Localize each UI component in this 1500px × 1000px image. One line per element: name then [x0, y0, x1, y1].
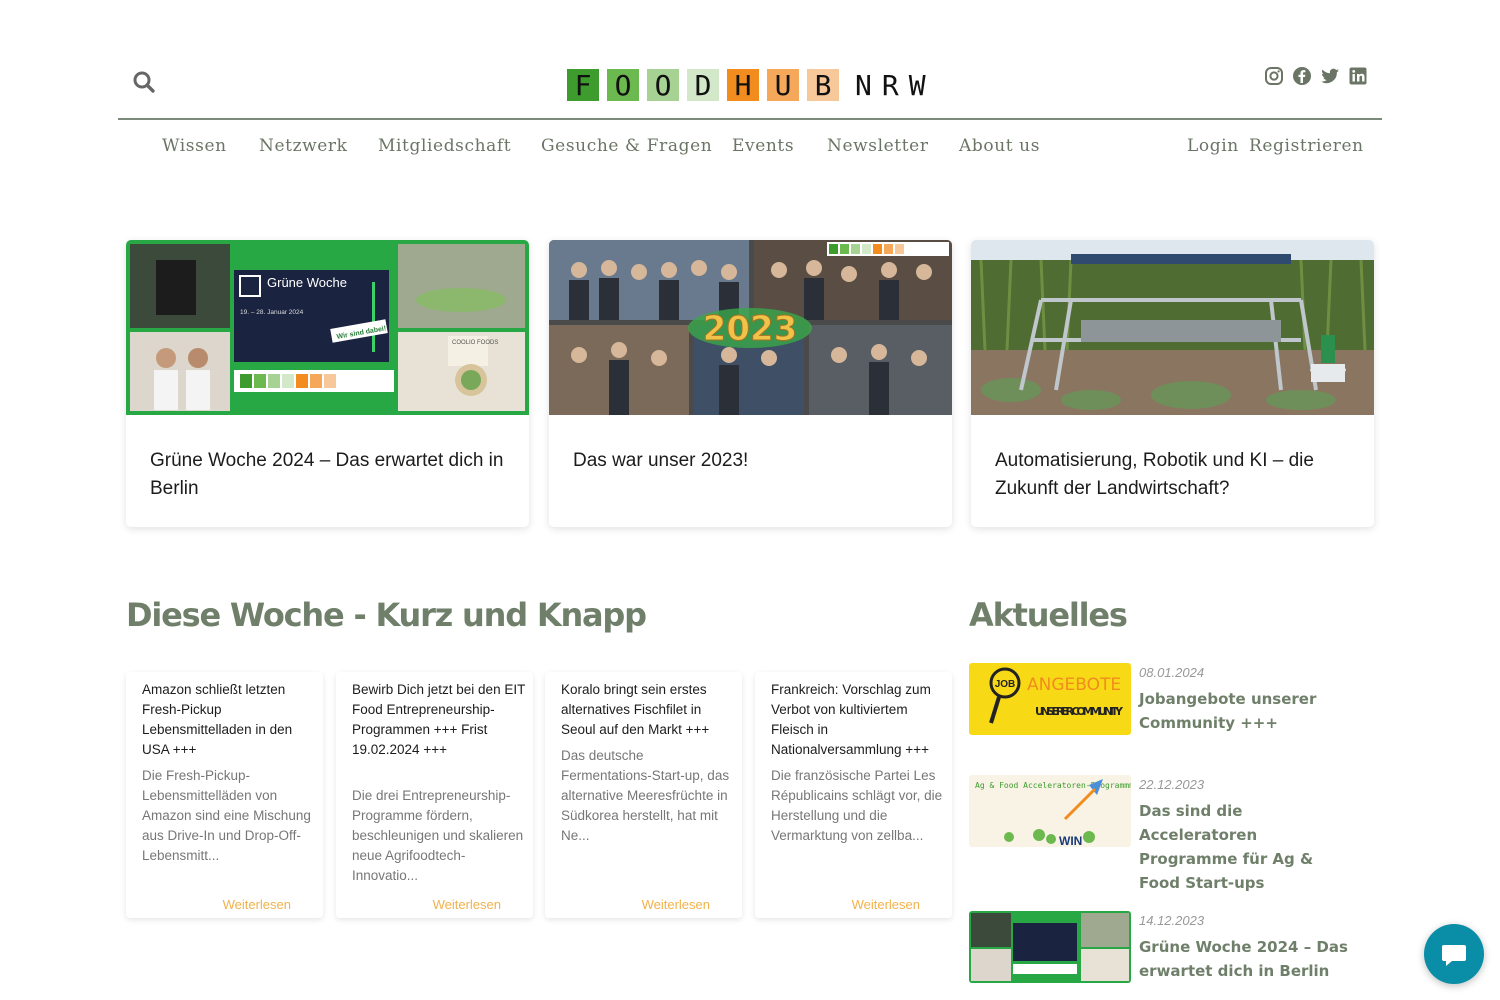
- logo-letter-tile: F: [567, 69, 599, 102]
- chat-bubble-icon[interactable]: [1424, 924, 1484, 984]
- main-nav: Wissen Netzwerk Mitgliedschaft Gesuche &…: [118, 132, 1382, 166]
- logo-letter-tile: O: [647, 69, 679, 102]
- logo-letter-tile: O: [607, 69, 639, 102]
- twitter-icon[interactable]: [1320, 66, 1340, 86]
- nav-item-newsletter[interactable]: Newsletter: [827, 136, 929, 156]
- facebook-icon[interactable]: [1292, 66, 1312, 86]
- featured-card-gruene-woche[interactable]: Grüne Woche 19. – 28. Januar 2024 Wir si…: [126, 240, 529, 527]
- nav-item-events[interactable]: Events: [732, 136, 794, 156]
- gruene-woche-image: Grüne Woche 19. – 28. Januar 2024 Wir si…: [126, 240, 529, 415]
- thumb-angebote-text: ANGEBOTE: [1027, 675, 1121, 695]
- instagram-icon[interactable]: [1264, 66, 1284, 86]
- aktuelles-title: Jobangebote unserer Community +++: [1139, 690, 1317, 732]
- logo-letter-tile: D: [687, 69, 719, 102]
- nav-item-gesuche[interactable]: Gesuche & Fragen: [541, 136, 712, 156]
- read-more-link[interactable]: Weiterlesen: [852, 897, 920, 912]
- foodhub-logo[interactable]: F O O D H U B NRW: [567, 68, 936, 102]
- thumb-win-text: WIN: [1059, 834, 1082, 847]
- job-offers-thumbnail: JOB ANGEBOTE UNSERER COMMUNITY: [969, 663, 1131, 735]
- news-card-title: Frankreich: Vorschlag zum Verbot von kul…: [771, 682, 931, 757]
- week-section-heading: Diese Woche - Kurz und Knapp: [126, 596, 647, 634]
- gw-image-brand: COOLIO FOODS: [452, 340, 498, 346]
- news-card-excerpt: Das deutsche Fermentations-Start-up, das…: [561, 748, 730, 843]
- news-card[interactable]: Frankreich: Vorschlag zum Verbot von kul…: [755, 672, 952, 918]
- linkedin-icon[interactable]: [1348, 66, 1368, 86]
- login-link[interactable]: Login: [1187, 136, 1239, 156]
- nav-item-mitgliedschaft[interactable]: Mitgliedschaft: [378, 136, 511, 156]
- nav-item-wissen[interactable]: Wissen: [162, 136, 227, 156]
- year-badge: 2023: [703, 309, 798, 349]
- search-icon[interactable]: [132, 70, 156, 94]
- gw-image-logo: [240, 374, 336, 388]
- read-more-link[interactable]: Weiterlesen: [223, 897, 291, 912]
- featured-card-2023[interactable]: 2023 Das war unser 2023!: [549, 240, 952, 527]
- logo-letter-tile: B: [807, 69, 839, 102]
- logo-letter-tile: H: [727, 69, 759, 102]
- aktuelles-item[interactable]: 14.12.2023 Grüne Woche 2024 – Das erwart…: [969, 911, 1369, 991]
- news-card-excerpt: Die Fresh-Pickup-Lebensmittelläden von A…: [142, 768, 311, 863]
- thumb-job-text: JOB: [995, 679, 1016, 690]
- accelerator-thumbnail: Ag & Food Acceleratoren-Programmme WIN: [969, 775, 1131, 847]
- gw-image-title: Grüne Woche: [267, 275, 347, 290]
- register-link[interactable]: Registrieren: [1249, 136, 1364, 156]
- social-links: [1264, 66, 1368, 86]
- featured-card-title: Automatisierung, Robotik und KI – die Zu…: [995, 450, 1314, 499]
- aktuelles-title: Das sind die Acceleratoren Programme für…: [1139, 802, 1314, 892]
- news-card-excerpt: Die drei Entrepreneurship-Programme förd…: [352, 788, 524, 883]
- site-header: F O O D H U B NRW: [118, 0, 1382, 120]
- read-more-link[interactable]: Weiterlesen: [433, 897, 501, 912]
- nav-item-netzwerk[interactable]: Netzwerk: [259, 136, 348, 156]
- news-card[interactable]: Koralo bringt sein erstes alternatives F…: [545, 672, 742, 918]
- news-card-title: Amazon schließt letzten Fresh-Pickup Leb…: [142, 682, 293, 757]
- aktuelles-date: 14.12.2023: [1139, 913, 1205, 928]
- aktuelles-item[interactable]: JOB ANGEBOTE UNSERER COMMUNITY 08.01.202…: [969, 663, 1369, 763]
- gw-image-dates: 19. – 28. Januar 2024: [240, 309, 304, 316]
- news-card-title: Koralo bringt sein erstes alternatives F…: [561, 682, 710, 737]
- featured-card-robotik[interactable]: Automatisierung, Robotik und KI – die Zu…: [971, 240, 1374, 527]
- logo-letter-tile: U: [767, 69, 799, 102]
- read-more-link[interactable]: Weiterlesen: [642, 897, 710, 912]
- aktuelles-date: 08.01.2024: [1139, 665, 1205, 680]
- gruene-woche-thumbnail: [969, 911, 1131, 983]
- aktuelles-title: Grüne Woche 2024 – Das erwartet dich in …: [1139, 938, 1348, 980]
- news-card-title: Bewirb Dich jetzt bei den EIT Food Entre…: [352, 682, 526, 757]
- nav-item-about[interactable]: About us: [959, 136, 1040, 156]
- team-2023-image: 2023: [549, 240, 952, 415]
- aktuelles-date: 22.12.2023: [1139, 777, 1205, 792]
- news-card[interactable]: Amazon schließt letzten Fresh-Pickup Leb…: [126, 672, 323, 918]
- aktuelles-item[interactable]: Ag & Food Acceleratoren-Programmme WIN 2…: [969, 775, 1369, 892]
- news-card[interactable]: Bewirb Dich jetzt bei den EIT Food Entre…: [336, 672, 533, 918]
- aktuelles-heading: Aktuelles: [969, 596, 1128, 634]
- logo-suffix: NRW: [855, 68, 936, 102]
- thumb-accelerator-text: Ag & Food Acceleratoren-Programmme: [975, 781, 1131, 790]
- featured-card-title: Grüne Woche 2024 – Das erwartet dich in …: [150, 450, 504, 499]
- thumb-community-text: UNSERER COMMUNITY: [1035, 705, 1124, 718]
- featured-card-title: Das war unser 2023!: [573, 450, 749, 471]
- field-robot-image: [971, 240, 1374, 415]
- news-card-excerpt: Die französische Partei Les Républicains…: [771, 768, 943, 843]
